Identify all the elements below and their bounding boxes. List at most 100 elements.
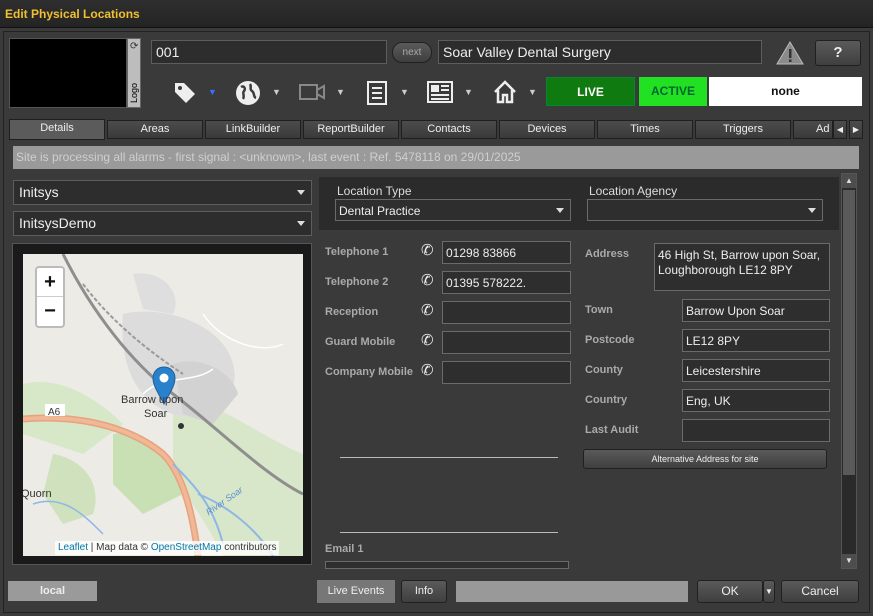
telephone2-label: Telephone 2 [325, 276, 389, 288]
email1-label: Email 1 [325, 543, 364, 555]
guard-mobile-input[interactable] [442, 331, 571, 354]
help-button[interactable]: ? [815, 40, 861, 66]
tab-areas[interactable]: Areas [107, 120, 203, 139]
document-list-icon[interactable] [365, 80, 389, 106]
zoom-out-button[interactable]: − [37, 297, 63, 326]
chevron-down-icon [808, 208, 816, 213]
live-events-button[interactable]: Live Events [317, 580, 395, 603]
tab-triggers[interactable]: Triggers [695, 120, 791, 139]
scroll-up-icon[interactable]: ▲ [842, 174, 856, 188]
tab-times[interactable]: Times [597, 120, 693, 139]
phone-icon[interactable]: ✆ [421, 361, 434, 379]
details-scrollbar[interactable]: ▲ ▼ [841, 173, 857, 569]
tab-reportbuilder[interactable]: ReportBuilder [303, 120, 399, 139]
tab-linkbuilder[interactable]: LinkBuilder [205, 120, 301, 139]
town-label: Town [585, 304, 613, 316]
ok-dropdown-icon[interactable]: ▼ [763, 580, 775, 603]
tab-ad[interactable]: Ad [793, 120, 833, 139]
map-attribution: Leaflet | Map data © OpenStreetMap contr… [55, 541, 280, 555]
newspaper-dropdown-icon[interactable]: ▼ [464, 87, 473, 97]
division-select-value: InitsysDemo [19, 215, 97, 231]
reception-label: Reception [325, 306, 379, 318]
progress-field [456, 581, 688, 602]
site-status-message: Site is processing all alarms - first si… [13, 146, 859, 169]
tag-dropdown-icon[interactable]: ▼ [208, 87, 217, 97]
chevron-down-icon [297, 190, 305, 195]
info-button[interactable]: Info [401, 580, 447, 603]
phone-icon[interactable]: ✆ [421, 271, 434, 289]
location-type-select[interactable]: Dental Practice [335, 199, 571, 221]
alarm-state-field[interactable]: none [709, 77, 862, 106]
location-map[interactable]: + − Barrow upon Soar A6 Quorn River Soar… [23, 254, 303, 556]
next-button[interactable]: next [392, 42, 432, 63]
last-audit-input[interactable] [682, 419, 830, 442]
newspaper-icon[interactable] [426, 80, 454, 104]
tab-bar: Details Areas LinkBuilder ReportBuilder … [7, 119, 868, 140]
logo-image[interactable] [9, 38, 127, 108]
address-input[interactable]: 46 High St, Barrow upon Soar, Loughborou… [654, 243, 830, 291]
camera-dropdown-icon[interactable]: ▼ [336, 87, 345, 97]
email1-input[interactable] [325, 561, 569, 569]
postcode-label: Postcode [585, 334, 635, 346]
reception-input[interactable] [442, 301, 571, 324]
county-label: County [585, 364, 623, 376]
alternative-address-button[interactable]: Alternative Address for site [583, 449, 827, 469]
country-label: Country [585, 394, 628, 406]
town-input[interactable]: Barrow Upon Soar [682, 299, 830, 322]
map-place-label: Quorn [23, 488, 52, 500]
osm-link[interactable]: OpenStreetMap [151, 542, 222, 553]
tab-scroll-left-icon[interactable]: ◀ [833, 120, 847, 139]
guard-mobile-label: Guard Mobile [325, 336, 396, 348]
county-input[interactable]: Leicestershire [682, 359, 830, 382]
title-bar: Edit Physical Locations [0, 0, 873, 28]
company-select-value: Initsys [19, 184, 59, 200]
company-mobile-label: Company Mobile [325, 366, 414, 378]
home-dropdown-icon[interactable]: ▼ [528, 87, 537, 97]
tag-icon[interactable] [172, 80, 198, 104]
ok-button[interactable]: OK [697, 580, 763, 603]
cancel-button[interactable]: Cancel [781, 580, 859, 603]
map-road-label: A6 [48, 407, 61, 418]
tab-devices[interactable]: Devices [499, 120, 595, 139]
live-status-button[interactable]: LIVE [546, 77, 635, 106]
divider [340, 532, 558, 533]
warning-icon[interactable] [775, 40, 805, 66]
logo-strip[interactable]: ⟳ Logo [127, 38, 141, 108]
phone-icon[interactable]: ✆ [421, 301, 434, 319]
scroll-down-icon[interactable]: ▼ [842, 554, 856, 568]
tab-details[interactable]: Details [9, 119, 105, 140]
map-place-label: Soar [144, 408, 168, 420]
postcode-input[interactable]: LE12 8PY [682, 329, 830, 352]
phone-icon[interactable]: ✆ [421, 331, 434, 349]
phone-icon[interactable]: ✆ [421, 241, 434, 259]
location-type-label: Location Type [337, 184, 412, 198]
home-icon[interactable] [492, 79, 518, 105]
chevron-down-icon [297, 221, 305, 226]
site-name-input[interactable]: Soar Valley Dental Surgery [438, 40, 762, 64]
country-input[interactable]: Eng, UK [682, 389, 830, 412]
zoom-control: + − [35, 266, 65, 328]
division-select[interactable]: InitsysDemo [13, 211, 312, 236]
tab-scroll-right-icon[interactable]: ▶ [849, 120, 863, 139]
map-place-label: Barrow upon [121, 394, 184, 406]
globe-icon[interactable] [234, 79, 262, 107]
active-status-button[interactable]: ACTIVE [639, 77, 707, 106]
camera-icon[interactable] [298, 82, 326, 102]
globe-dropdown-icon[interactable]: ▼ [272, 87, 281, 97]
zoom-in-button[interactable]: + [37, 268, 63, 297]
logo-label: Logo [129, 82, 139, 103]
telephone2-input[interactable]: 01395 578222. [442, 271, 571, 294]
telephone1-label: Telephone 1 [325, 246, 389, 258]
company-select[interactable]: Initsys [13, 180, 312, 205]
scroll-thumb[interactable] [843, 190, 855, 475]
sync-icon[interactable]: ⟳ [130, 41, 138, 52]
local-indicator: local [8, 581, 97, 601]
site-code-input[interactable]: 001 [151, 40, 387, 64]
document-dropdown-icon[interactable]: ▼ [400, 87, 409, 97]
leaflet-link[interactable]: Leaflet [58, 542, 88, 553]
location-agency-label: Location Agency [589, 184, 678, 198]
company-mobile-input[interactable] [442, 361, 571, 384]
tab-contacts[interactable]: Contacts [401, 120, 497, 139]
location-agency-select[interactable] [587, 199, 823, 221]
telephone1-input[interactable]: 01298 83866 [442, 241, 571, 264]
